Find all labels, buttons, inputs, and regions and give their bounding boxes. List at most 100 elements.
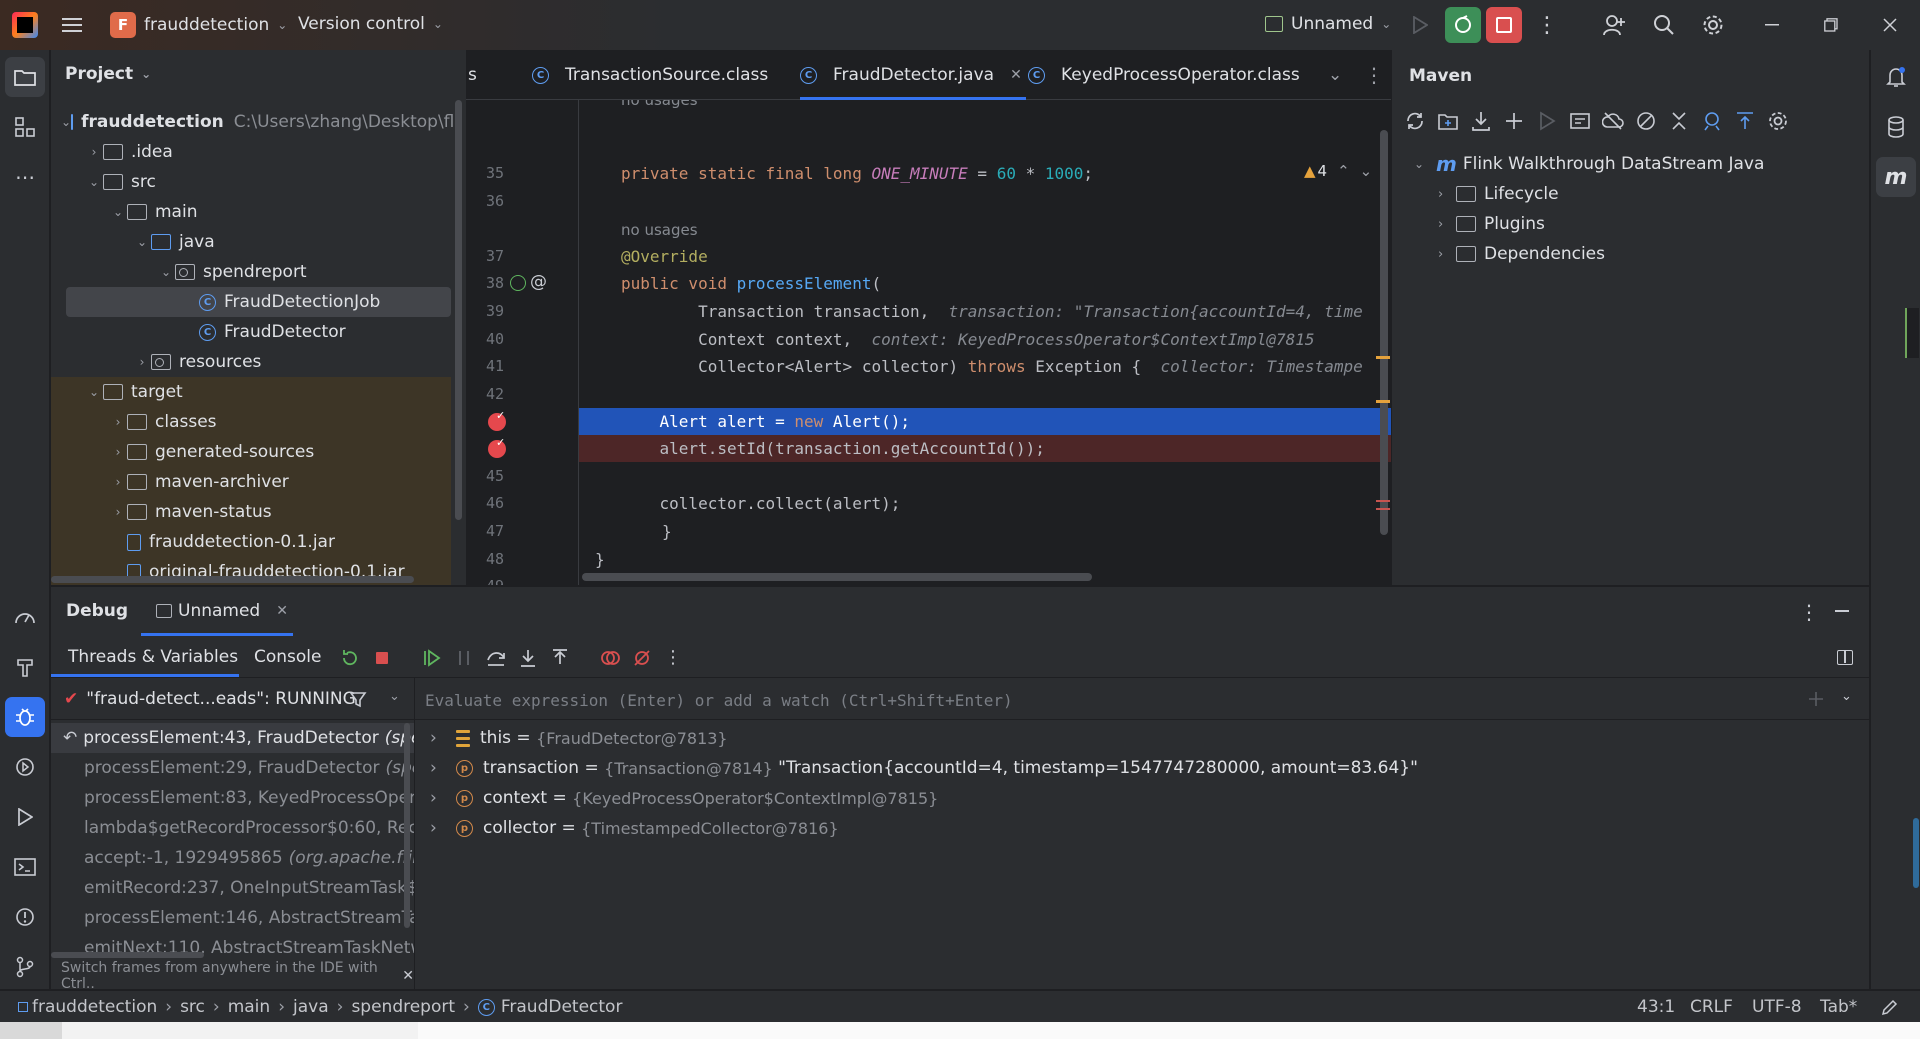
breadcrumb-item[interactable]: java (293, 997, 329, 1017)
skip-tests-icon[interactable] (1635, 110, 1657, 132)
maven-node[interactable]: › Dependencies (1438, 239, 1605, 269)
tree-item[interactable]: ⌄ frauddetection C:\Users\zhang\Desktop\fl (51, 107, 454, 137)
step-out-icon[interactable] (550, 648, 570, 668)
tree-hscrollbar[interactable] (51, 576, 414, 583)
breakpoint-icon[interactable] (488, 409, 506, 431)
execute-goal-icon[interactable] (1569, 110, 1591, 132)
minimize-icon[interactable] (1752, 5, 1792, 45)
more-tools-icon[interactable]: ⋯ (5, 157, 45, 197)
mute-breakpoints-icon[interactable] (632, 648, 652, 668)
close-tab-icon[interactable]: ✕ (1010, 67, 1022, 83)
tree-item[interactable]: ⌄ java (51, 227, 451, 257)
indent-setting[interactable]: Tab* (1820, 997, 1857, 1017)
variable-row[interactable]: › this = {FraudDetector@7813} (430, 723, 728, 753)
tabs-dropdown-icon[interactable]: ⌄ (1328, 50, 1342, 100)
run-tool-icon[interactable] (5, 797, 45, 837)
run-config-selector[interactable]: Unnamed ⌄ (1265, 14, 1391, 34)
tree-item[interactable]: C FraudDetectionJob (66, 287, 451, 317)
override-marker-icon[interactable] (510, 275, 526, 291)
stop-icon[interactable] (372, 648, 392, 668)
add-icon[interactable] (1503, 110, 1525, 132)
reload-icon[interactable] (1404, 110, 1426, 132)
stack-frame[interactable]: emitRecord:237, OneInputStreamTask$Stre (51, 873, 414, 903)
read-only-toggle-icon[interactable] (1880, 999, 1898, 1017)
settings-gear-icon[interactable] (1693, 5, 1733, 45)
tree-item[interactable]: C FraudDetector (51, 317, 451, 347)
variable-row[interactable]: › p collector = {TimestampedCollector@7816… (430, 813, 839, 843)
problems-tool-icon[interactable] (5, 897, 45, 937)
chevron-right-icon[interactable]: › (85, 145, 103, 159)
collapse-icon[interactable] (1668, 110, 1690, 132)
chevron-right-icon[interactable]: › (109, 505, 127, 519)
debug-rerun-button[interactable] (1445, 7, 1481, 43)
more-debug-actions-icon[interactable]: ⋮ (664, 647, 682, 668)
ide-logo-icon[interactable] (12, 12, 38, 38)
vcs-selector[interactable]: Version control ⌄ (298, 14, 443, 34)
stack-frame[interactable]: processElement:146, AbstractStreamTaskN (51, 903, 414, 933)
close-window-icon[interactable] (1870, 5, 1910, 45)
run-icon[interactable] (1400, 5, 1440, 45)
watch-dropdown-icon[interactable]: ⌄ (1841, 689, 1852, 704)
warnings-indicator[interactable]: ▲ 4 ⌃ ⌄ (1304, 162, 1372, 180)
tree-item[interactable]: › .idea (51, 137, 451, 167)
database-tool-icon[interactable] (1876, 107, 1916, 147)
offline-mode-icon[interactable] (1602, 110, 1624, 132)
tree-scrollbar[interactable] (455, 100, 462, 520)
stack-frame[interactable]: lambda$getRecordProcessor$0:60, Record (51, 813, 414, 843)
download-icon[interactable] (1470, 110, 1492, 132)
project-panel-title[interactable]: Project ⌄ (65, 64, 151, 84)
services-tool-icon[interactable] (5, 747, 45, 787)
stack-frame[interactable]: accept:-1, 1929495865(org.apache.flink.s… (51, 843, 414, 873)
thread-dropdown-icon[interactable]: ⌄ (389, 689, 400, 704)
more-actions-icon[interactable]: ⋮ (1527, 5, 1567, 45)
tree-item[interactable]: ⌄ spendreport (51, 257, 451, 287)
variable-row[interactable]: › p context = {KeyedProcessOperator$Contex… (430, 783, 938, 813)
search-icon[interactable] (1644, 5, 1684, 45)
tabs-more-icon[interactable]: ⋮ (1364, 50, 1384, 100)
chevron-right-icon[interactable]: › (430, 758, 456, 778)
view-breakpoints-icon[interactable] (600, 648, 620, 668)
tab-fraud-detector[interactable]: C FraudDetector.java ✕ (800, 50, 1026, 100)
build-tool-icon[interactable] (5, 647, 45, 687)
editor-vscrollbar[interactable] (1380, 130, 1388, 535)
frames-hscrollbar[interactable] (51, 952, 204, 958)
main-menu-icon[interactable] (52, 5, 92, 45)
maven-tool-icon[interactable]: m (1876, 157, 1916, 197)
chevron-right-icon[interactable]: › (109, 475, 127, 489)
frames-vscrollbar[interactable] (404, 723, 410, 928)
maven-node[interactable]: › Plugins (1438, 209, 1545, 239)
editor-hscrollbar[interactable] (582, 573, 1092, 581)
show-dependencies-icon[interactable] (1701, 110, 1723, 132)
stack-frame[interactable]: processElement:83, KeyedProcessOperato (51, 783, 414, 813)
profiler-tool-icon[interactable] (5, 597, 45, 637)
run-goal-icon[interactable] (1536, 110, 1558, 132)
close-tip-icon[interactable]: ✕ (402, 968, 414, 984)
stop-button[interactable] (1486, 7, 1522, 43)
chevron-right-icon[interactable]: › (430, 818, 456, 838)
project-selector[interactable]: F frauddetection ⌄ (110, 12, 287, 38)
chevron-right-icon[interactable]: › (430, 728, 456, 748)
layout-toggle-icon[interactable] (1837, 650, 1853, 665)
next-highlight-icon[interactable]: ⌄ (1360, 162, 1373, 180)
maven-settings-icon[interactable] (1767, 110, 1789, 132)
chevron-right-icon[interactable]: › (133, 355, 151, 369)
debug-options-icon[interactable]: ⋮ (1799, 600, 1819, 624)
code-with-me-icon[interactable] (1594, 5, 1634, 45)
tab-transaction-source[interactable]: C TransactionSource.class (532, 50, 768, 100)
add-watch-icon[interactable] (1807, 690, 1825, 708)
tab-keyed-process-operator[interactable]: C KeyedProcessOperator.class (1028, 50, 1300, 100)
rerun-icon[interactable] (340, 648, 360, 668)
thread-selector[interactable]: ✔ "fraud-detect...eads": RUNNING (64, 684, 356, 714)
stack-frame[interactable]: processElement:29, FraudDetector(spendr (51, 753, 414, 783)
chevron-down-icon[interactable]: ⌄ (109, 205, 127, 219)
tree-item[interactable]: ⌄ src (51, 167, 451, 197)
maven-root-project[interactable]: ⌄ m Flink Walkthrough DataStream Java (1414, 149, 1764, 179)
expand-all-icon[interactable] (1734, 110, 1756, 132)
tree-item[interactable]: › maven-archiver (51, 467, 451, 497)
tree-item[interactable]: ⌄ target (51, 377, 451, 407)
stack-frame[interactable]: emitNext:110, AbstractStreamTaskNetwork (51, 933, 414, 963)
watch-input[interactable]: Evaluate expression (Enter) or add a wat… (425, 685, 1013, 715)
tab-partial[interactable]: s (468, 50, 477, 100)
caret-position[interactable]: 43:1 (1637, 997, 1675, 1017)
breadcrumb-item[interactable]: spendreport (351, 997, 455, 1017)
